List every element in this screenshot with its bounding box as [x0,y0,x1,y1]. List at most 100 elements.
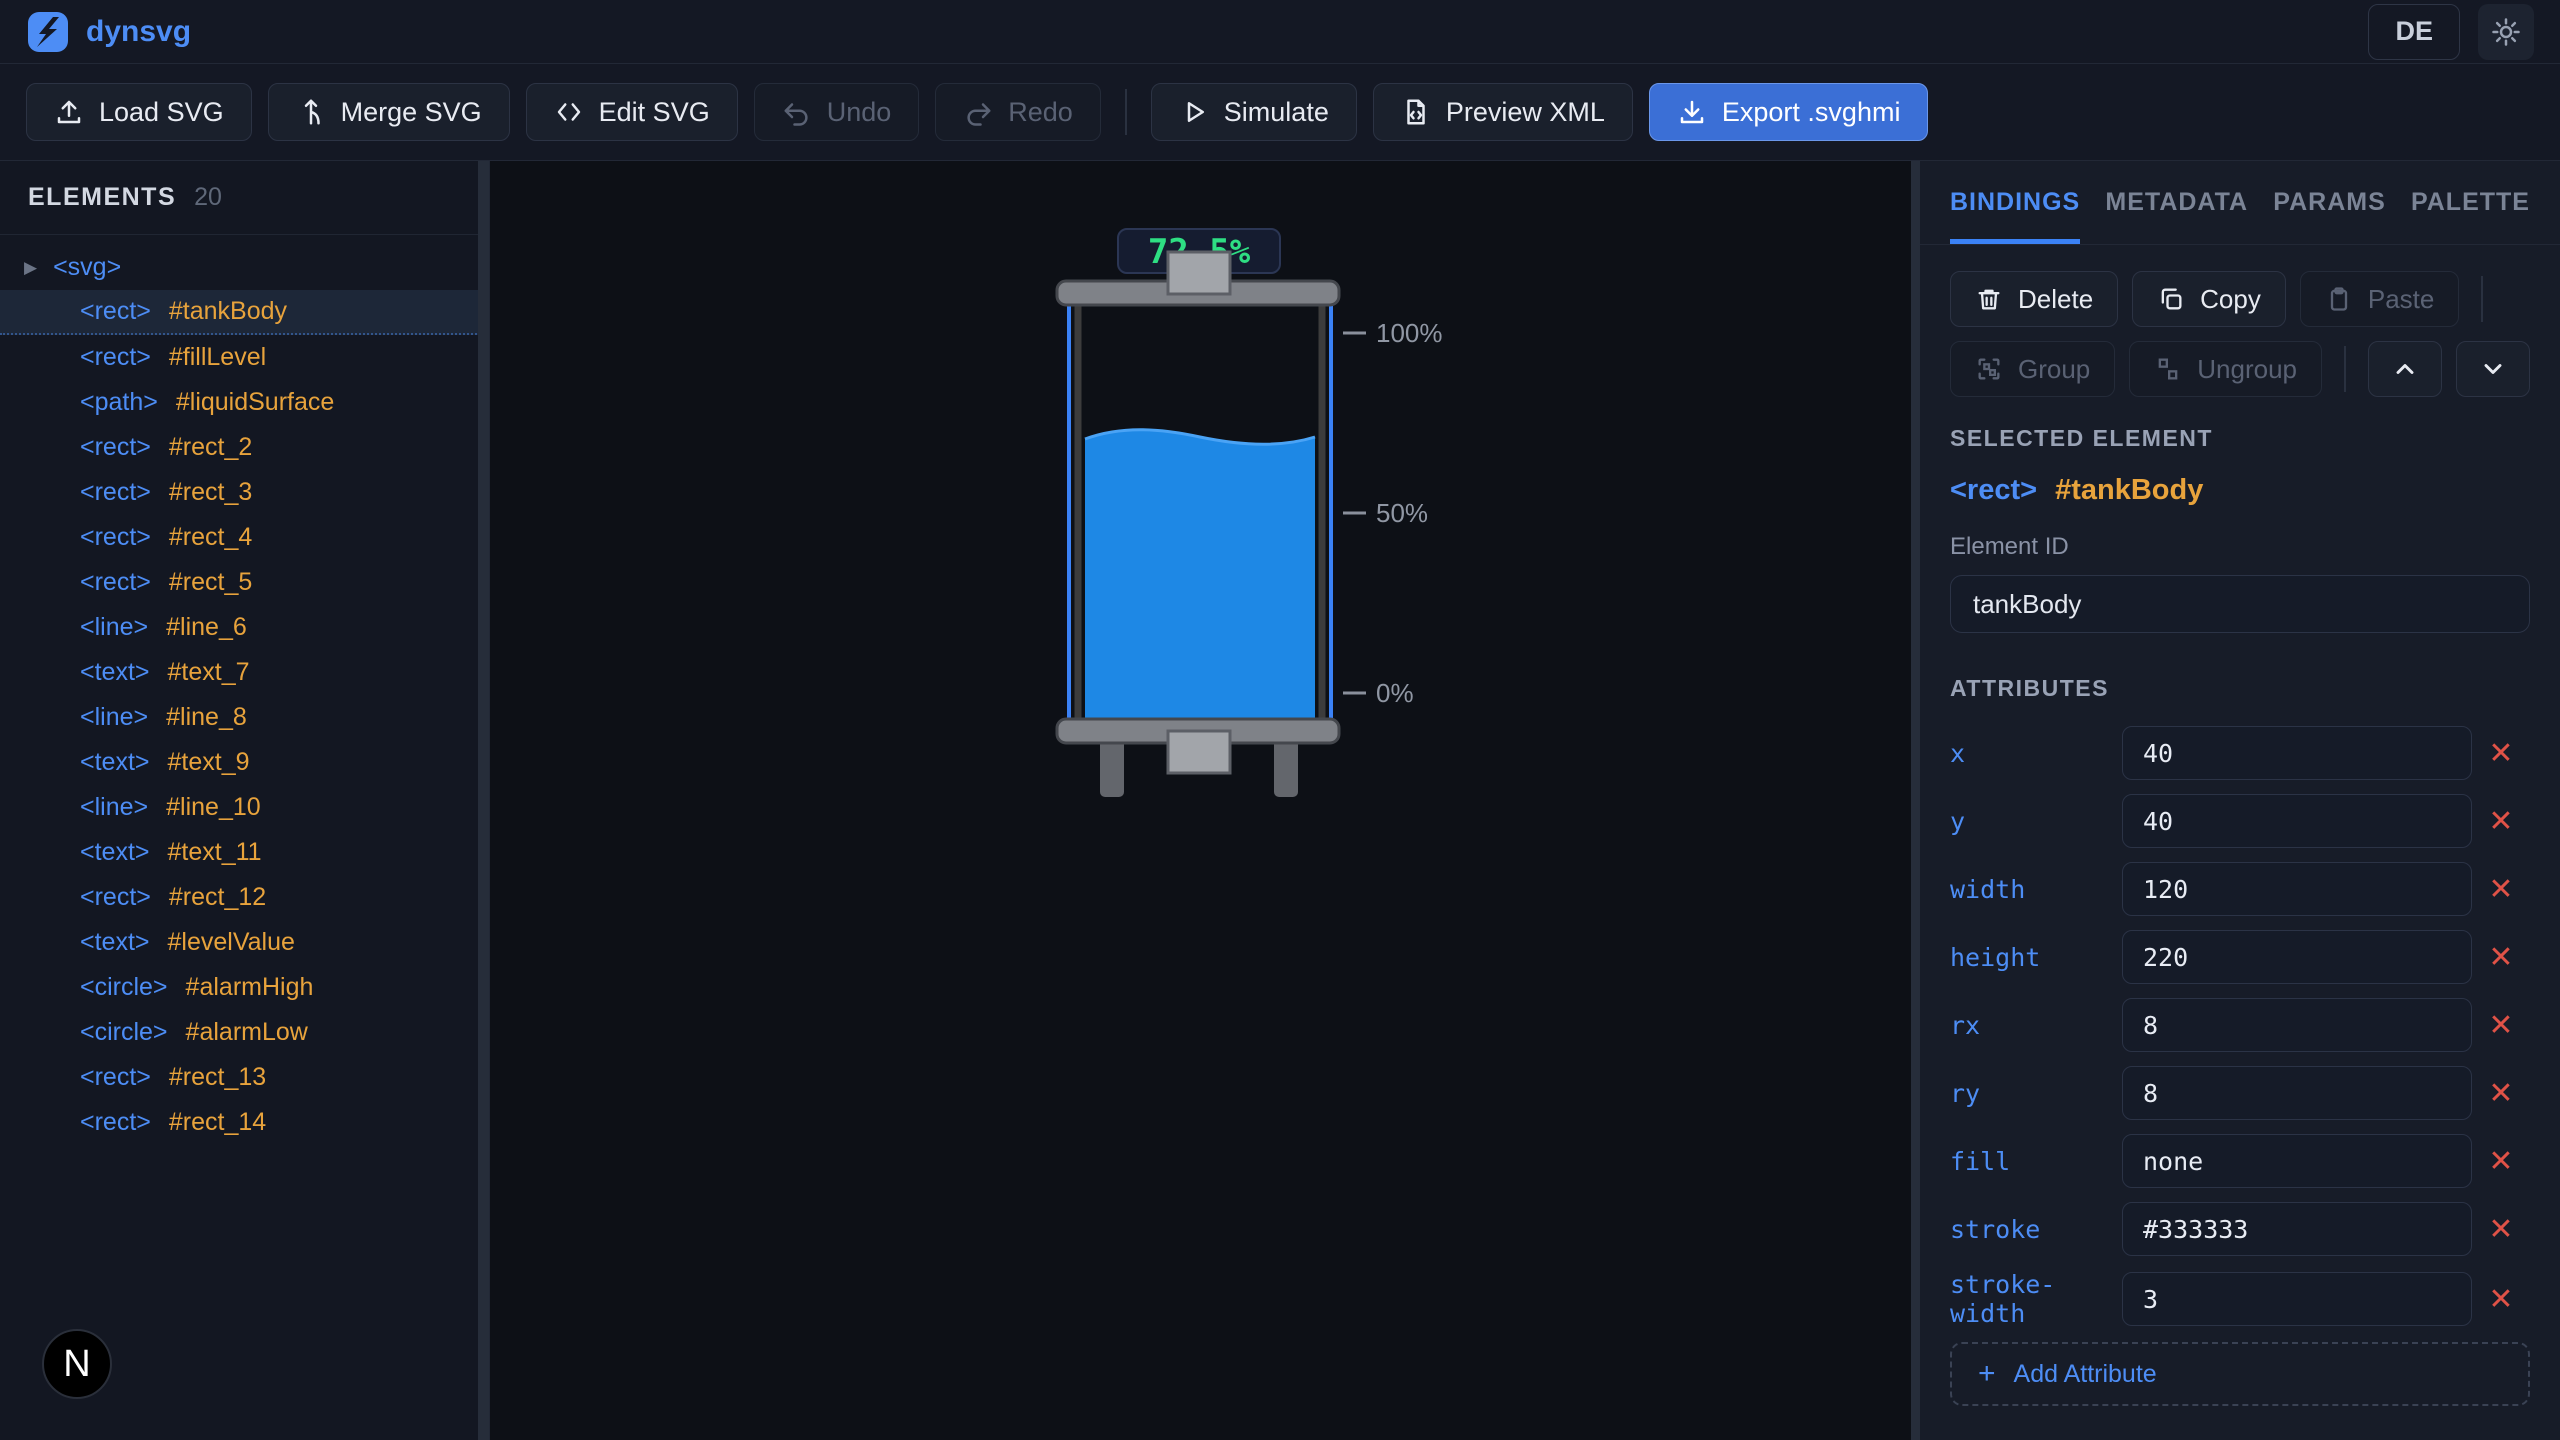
remove-attribute-button[interactable]: ✕ [2472,940,2530,975]
tank-outlet[interactable] [1168,731,1230,773]
load-svg-label: Load SVG [99,97,224,128]
export-svghmi-button[interactable]: Export .svghmi [1649,83,1929,141]
remove-attribute-button[interactable]: ✕ [2472,804,2530,839]
remove-attribute-button[interactable]: ✕ [2472,1076,2530,1111]
language-button[interactable]: DE [2368,4,2460,60]
edit-svg-label: Edit SVG [599,97,710,128]
attribute-row-fill: fill ✕ [1950,1134,2530,1188]
attribute-row-ry: ry ✕ [1950,1066,2530,1120]
element-id-input[interactable] [1950,575,2530,633]
remove-attribute-button[interactable]: ✕ [2472,1008,2530,1043]
attribute-row-y: y ✕ [1950,794,2530,848]
code-icon [554,97,584,127]
clipboard-action-row: Delete Copy Paste [1950,271,2530,327]
inspector-content: Delete Copy Paste [1920,245,2560,1440]
expand-triangle-icon[interactable]: ▶ [24,258,37,278]
attribute-width-input[interactable] [2122,862,2472,916]
attribute-row-rx: rx ✕ [1950,998,2530,1052]
tank-graphic: 72.5% 100% 50% 0% [1028,225,1448,830]
tab-palette[interactable]: PALETTE [2411,161,2530,244]
canvas-scrollbar[interactable] [1911,161,1920,1440]
redo-button[interactable]: Redo [935,83,1101,141]
tank-leg-right[interactable] [1274,737,1298,797]
tab-params[interactable]: PARAMS [2273,161,2385,244]
tree-item-liquidSurface[interactable]: <path>#liquidSurface [0,380,489,425]
nextjs-n-icon: N [63,1343,90,1386]
attribute-y-input[interactable] [2122,794,2472,848]
move-down-button[interactable] [2456,341,2530,397]
tree-item-rect_13[interactable]: <rect>#rect_13 [0,1055,489,1100]
remove-attribute-button[interactable]: ✕ [2472,1212,2530,1247]
sun-icon [2491,17,2521,47]
tree-item-rect_12[interactable]: <rect>#rect_12 [0,875,489,920]
fill-level-rect[interactable] [1085,430,1315,722]
tree-item-alarmLow[interactable]: <circle>#alarmLow [0,1010,489,1055]
app-logo-icon [26,10,70,54]
sidebar-scrollbar[interactable] [478,161,489,1440]
attribute-rx-input[interactable] [2122,998,2472,1052]
selected-element-heading: SELECTED ELEMENT [1950,425,2530,452]
elements-header: ELEMENTS 20 [0,161,489,235]
attribute-row-stroke: stroke ✕ [1950,1202,2530,1256]
tree-item-text_11[interactable]: <text>#text_11 [0,830,489,875]
tick-label-100: 100% [1376,318,1443,348]
action-divider [2481,276,2483,322]
tree-item-alarmHigh[interactable]: <circle>#alarmHigh [0,965,489,1010]
main-toolbar: Load SVG Merge SVG Edit SVG Undo Redo Si… [0,64,2560,161]
element-id-label: Element ID [1950,533,2530,561]
load-svg-button[interactable]: Load SVG [26,83,252,141]
tree-tag: <svg> [53,253,121,282]
preview-xml-button[interactable]: Preview XML [1373,83,1633,141]
svg-canvas[interactable]: 72.5% 100% 50% 0% [490,161,1920,1440]
tree-item-line_10[interactable]: <line>#line_10 [0,785,489,830]
delete-button[interactable]: Delete [1950,271,2118,327]
add-attribute-button[interactable]: + Add Attribute [1950,1342,2530,1406]
elements-title: ELEMENTS [28,183,176,212]
tank-leg-left[interactable] [1100,737,1124,797]
tree-item-rect_14[interactable]: <rect>#rect_14 [0,1100,489,1145]
attribute-ry-input[interactable] [2122,1066,2472,1120]
group-button[interactable]: Group [1950,341,2115,397]
main-area: ELEMENTS 20 ▶ <svg> <rect>#tankBody <rec… [0,161,2560,1440]
theme-toggle-button[interactable] [2478,4,2534,60]
trash-icon [1975,285,2003,313]
remove-attribute-button[interactable]: ✕ [2472,1144,2530,1179]
attribute-stroke-width-input[interactable] [2122,1272,2472,1326]
attribute-stroke-input[interactable] [2122,1202,2472,1256]
tab-metadata[interactable]: METADATA [2105,161,2248,244]
group-icon [1975,355,2003,383]
move-up-button[interactable] [2368,341,2442,397]
tree-item-rect_5[interactable]: <rect>#rect_5 [0,560,489,605]
tree-item-svg-root[interactable]: ▶ <svg> [0,245,489,290]
tree-item-rect_3[interactable]: <rect>#rect_3 [0,470,489,515]
tank-top-hatch[interactable] [1168,252,1230,294]
ungroup-button[interactable]: Ungroup [2129,341,2322,397]
tree-item-levelValue[interactable]: <text>#levelValue [0,920,489,965]
preview-xml-label: Preview XML [1446,97,1605,128]
attribute-x-input[interactable] [2122,726,2472,780]
tab-bindings[interactable]: BINDINGS [1950,161,2080,244]
paste-button[interactable]: Paste [2300,271,2460,327]
attribute-height-input[interactable] [2122,930,2472,984]
remove-attribute-button[interactable]: ✕ [2472,736,2530,771]
tree-item-tankBody[interactable]: <rect>#tankBody [0,290,489,335]
nextjs-dev-badge[interactable]: N [42,1329,112,1399]
tree-item-line_8[interactable]: <line>#line_8 [0,695,489,740]
tree-item-text_9[interactable]: <text>#text_9 [0,740,489,785]
toolbar-divider [1125,89,1127,135]
simulate-button[interactable]: Simulate [1151,83,1357,141]
undo-button[interactable]: Undo [754,83,920,141]
tree-item-rect_4[interactable]: <rect>#rect_4 [0,515,489,560]
attribute-fill-input[interactable] [2122,1134,2472,1188]
tree-item-rect_2[interactable]: <rect>#rect_2 [0,425,489,470]
remove-attribute-button[interactable]: ✕ [2472,872,2530,907]
tree-item-fillLevel[interactable]: <rect>#fillLevel [0,335,489,380]
remove-attribute-button[interactable]: ✕ [2472,1282,2530,1317]
merge-svg-button[interactable]: Merge SVG [268,83,510,141]
copy-button[interactable]: Copy [2132,271,2286,327]
undo-label: Undo [827,97,892,128]
download-icon [1677,97,1707,127]
tree-item-text_7[interactable]: <text>#text_7 [0,650,489,695]
edit-svg-button[interactable]: Edit SVG [526,83,738,141]
tree-item-line_6[interactable]: <line>#line_6 [0,605,489,650]
